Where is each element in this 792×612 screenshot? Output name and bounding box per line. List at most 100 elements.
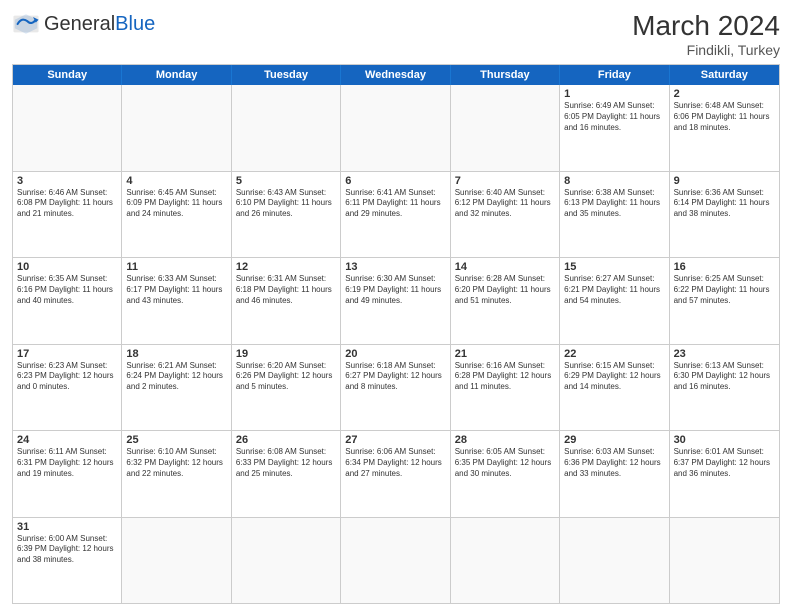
week-2: 10Sunrise: 6:35 AM Sunset: 6:16 PM Dayli… xyxy=(13,258,779,345)
day-number: 4 xyxy=(126,175,226,187)
day-number: 28 xyxy=(455,434,555,446)
week-1: 3Sunrise: 6:46 AM Sunset: 6:08 PM Daylig… xyxy=(13,172,779,259)
week-0: 1Sunrise: 6:49 AM Sunset: 6:05 PM Daylig… xyxy=(13,85,779,172)
day-number: 21 xyxy=(455,348,555,360)
day-cell: 14Sunrise: 6:28 AM Sunset: 6:20 PM Dayli… xyxy=(451,258,560,344)
day-cell: 17Sunrise: 6:23 AM Sunset: 6:23 PM Dayli… xyxy=(13,345,122,431)
day-number: 11 xyxy=(126,261,226,273)
week-5: 31Sunrise: 6:00 AM Sunset: 6:39 PM Dayli… xyxy=(13,518,779,604)
sun-info: Sunrise: 6:41 AM Sunset: 6:11 PM Dayligh… xyxy=(345,188,445,220)
page: GeneralBlue March 2024 Findikli, Turkey … xyxy=(0,0,792,612)
day-cell: 22Sunrise: 6:15 AM Sunset: 6:29 PM Dayli… xyxy=(560,345,669,431)
weeks: 1Sunrise: 6:49 AM Sunset: 6:05 PM Daylig… xyxy=(13,85,779,603)
sun-info: Sunrise: 6:15 AM Sunset: 6:29 PM Dayligh… xyxy=(564,361,664,393)
day-number: 8 xyxy=(564,175,664,187)
sun-info: Sunrise: 6:31 AM Sunset: 6:18 PM Dayligh… xyxy=(236,274,336,306)
sun-info: Sunrise: 6:35 AM Sunset: 6:16 PM Dayligh… xyxy=(17,274,117,306)
day-number: 25 xyxy=(126,434,226,446)
sun-info: Sunrise: 6:38 AM Sunset: 6:13 PM Dayligh… xyxy=(564,188,664,220)
day-cell: 25Sunrise: 6:10 AM Sunset: 6:32 PM Dayli… xyxy=(122,431,231,517)
day-cell xyxy=(451,85,560,171)
logo-icon xyxy=(12,10,40,38)
day-number: 31 xyxy=(17,521,117,533)
day-cell: 24Sunrise: 6:11 AM Sunset: 6:31 PM Dayli… xyxy=(13,431,122,517)
day-header-wednesday: Wednesday xyxy=(341,65,450,85)
day-cell: 1Sunrise: 6:49 AM Sunset: 6:05 PM Daylig… xyxy=(560,85,669,171)
day-number: 29 xyxy=(564,434,664,446)
day-cell: 31Sunrise: 6:00 AM Sunset: 6:39 PM Dayli… xyxy=(13,518,122,604)
day-number: 10 xyxy=(17,261,117,273)
day-number: 16 xyxy=(674,261,775,273)
day-cell: 27Sunrise: 6:06 AM Sunset: 6:34 PM Dayli… xyxy=(341,431,450,517)
day-cell: 19Sunrise: 6:20 AM Sunset: 6:26 PM Dayli… xyxy=(232,345,341,431)
day-number: 27 xyxy=(345,434,445,446)
day-number: 18 xyxy=(126,348,226,360)
day-cell: 10Sunrise: 6:35 AM Sunset: 6:16 PM Dayli… xyxy=(13,258,122,344)
sun-info: Sunrise: 6:21 AM Sunset: 6:24 PM Dayligh… xyxy=(126,361,226,393)
sun-info: Sunrise: 6:43 AM Sunset: 6:10 PM Dayligh… xyxy=(236,188,336,220)
location: Findikli, Turkey xyxy=(632,42,780,58)
day-number: 9 xyxy=(674,175,775,187)
sun-info: Sunrise: 6:06 AM Sunset: 6:34 PM Dayligh… xyxy=(345,447,445,479)
day-number: 30 xyxy=(674,434,775,446)
sun-info: Sunrise: 6:46 AM Sunset: 6:08 PM Dayligh… xyxy=(17,188,117,220)
day-number: 12 xyxy=(236,261,336,273)
logo-text: GeneralBlue xyxy=(44,14,155,34)
day-number: 6 xyxy=(345,175,445,187)
day-headers: SundayMondayTuesdayWednesdayThursdayFrid… xyxy=(13,65,779,85)
sun-info: Sunrise: 6:48 AM Sunset: 6:06 PM Dayligh… xyxy=(674,101,775,133)
day-cell xyxy=(560,518,669,604)
sun-info: Sunrise: 6:00 AM Sunset: 6:39 PM Dayligh… xyxy=(17,534,117,566)
day-number: 7 xyxy=(455,175,555,187)
day-number: 19 xyxy=(236,348,336,360)
day-cell: 5Sunrise: 6:43 AM Sunset: 6:10 PM Daylig… xyxy=(232,172,341,258)
day-cell xyxy=(122,518,231,604)
title-block: March 2024 Findikli, Turkey xyxy=(632,10,780,58)
day-cell: 15Sunrise: 6:27 AM Sunset: 6:21 PM Dayli… xyxy=(560,258,669,344)
day-cell: 13Sunrise: 6:30 AM Sunset: 6:19 PM Dayli… xyxy=(341,258,450,344)
day-cell: 23Sunrise: 6:13 AM Sunset: 6:30 PM Dayli… xyxy=(670,345,779,431)
day-cell: 16Sunrise: 6:25 AM Sunset: 6:22 PM Dayli… xyxy=(670,258,779,344)
day-number: 14 xyxy=(455,261,555,273)
sun-info: Sunrise: 6:01 AM Sunset: 6:37 PM Dayligh… xyxy=(674,447,775,479)
day-cell xyxy=(232,518,341,604)
day-cell: 29Sunrise: 6:03 AM Sunset: 6:36 PM Dayli… xyxy=(560,431,669,517)
week-4: 24Sunrise: 6:11 AM Sunset: 6:31 PM Dayli… xyxy=(13,431,779,518)
sun-info: Sunrise: 6:13 AM Sunset: 6:30 PM Dayligh… xyxy=(674,361,775,393)
day-number: 5 xyxy=(236,175,336,187)
day-number: 3 xyxy=(17,175,117,187)
sun-info: Sunrise: 6:23 AM Sunset: 6:23 PM Dayligh… xyxy=(17,361,117,393)
sun-info: Sunrise: 6:05 AM Sunset: 6:35 PM Dayligh… xyxy=(455,447,555,479)
day-number: 13 xyxy=(345,261,445,273)
day-cell: 6Sunrise: 6:41 AM Sunset: 6:11 PM Daylig… xyxy=(341,172,450,258)
day-cell xyxy=(341,518,450,604)
sun-info: Sunrise: 6:40 AM Sunset: 6:12 PM Dayligh… xyxy=(455,188,555,220)
sun-info: Sunrise: 6:20 AM Sunset: 6:26 PM Dayligh… xyxy=(236,361,336,393)
day-header-sunday: Sunday xyxy=(13,65,122,85)
sun-info: Sunrise: 6:16 AM Sunset: 6:28 PM Dayligh… xyxy=(455,361,555,393)
day-cell xyxy=(341,85,450,171)
day-cell: 11Sunrise: 6:33 AM Sunset: 6:17 PM Dayli… xyxy=(122,258,231,344)
day-cell xyxy=(670,518,779,604)
day-number: 17 xyxy=(17,348,117,360)
day-cell: 12Sunrise: 6:31 AM Sunset: 6:18 PM Dayli… xyxy=(232,258,341,344)
day-number: 1 xyxy=(564,88,664,100)
day-header-tuesday: Tuesday xyxy=(232,65,341,85)
sun-info: Sunrise: 6:03 AM Sunset: 6:36 PM Dayligh… xyxy=(564,447,664,479)
day-cell: 28Sunrise: 6:05 AM Sunset: 6:35 PM Dayli… xyxy=(451,431,560,517)
day-cell xyxy=(232,85,341,171)
sun-info: Sunrise: 6:18 AM Sunset: 6:27 PM Dayligh… xyxy=(345,361,445,393)
day-cell xyxy=(13,85,122,171)
day-header-monday: Monday xyxy=(122,65,231,85)
day-number: 24 xyxy=(17,434,117,446)
sun-info: Sunrise: 6:45 AM Sunset: 6:09 PM Dayligh… xyxy=(126,188,226,220)
sun-info: Sunrise: 6:49 AM Sunset: 6:05 PM Dayligh… xyxy=(564,101,664,133)
day-cell: 8Sunrise: 6:38 AM Sunset: 6:13 PM Daylig… xyxy=(560,172,669,258)
sun-info: Sunrise: 6:08 AM Sunset: 6:33 PM Dayligh… xyxy=(236,447,336,479)
day-cell: 20Sunrise: 6:18 AM Sunset: 6:27 PM Dayli… xyxy=(341,345,450,431)
day-cell: 4Sunrise: 6:45 AM Sunset: 6:09 PM Daylig… xyxy=(122,172,231,258)
day-cell xyxy=(122,85,231,171)
header: GeneralBlue March 2024 Findikli, Turkey xyxy=(12,10,780,58)
sun-info: Sunrise: 6:25 AM Sunset: 6:22 PM Dayligh… xyxy=(674,274,775,306)
week-3: 17Sunrise: 6:23 AM Sunset: 6:23 PM Dayli… xyxy=(13,345,779,432)
